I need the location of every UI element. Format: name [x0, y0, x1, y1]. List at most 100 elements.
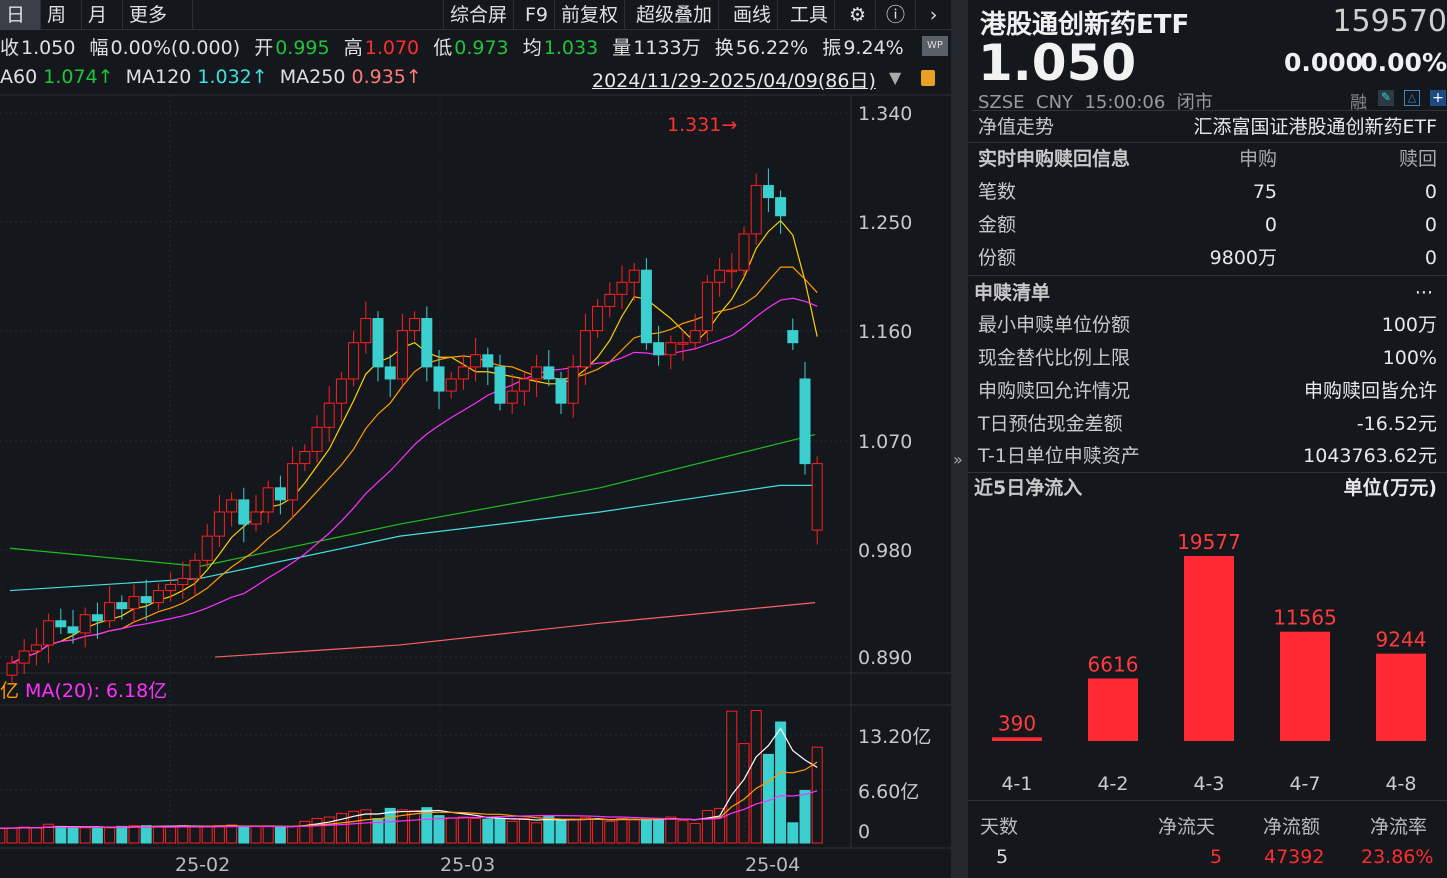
candle-up — [166, 585, 176, 591]
volume-tick-label: 6.60亿 — [858, 781, 919, 803]
volume-bar — [483, 819, 493, 843]
candle-up — [251, 512, 261, 524]
volume-bar — [141, 826, 151, 843]
row-v2: 0 — [1425, 177, 1437, 207]
candle-down — [141, 597, 151, 603]
candle-up — [666, 343, 676, 355]
volume-bar — [776, 722, 786, 843]
vol-unit: 亿 — [0, 680, 25, 702]
volume-bar — [105, 828, 115, 843]
candle-up — [617, 282, 627, 294]
days-header: 天数 — [980, 812, 1018, 839]
candle-up — [751, 186, 761, 234]
list-item: T日预估现金差额-16.52元 — [978, 409, 1437, 439]
panel-divider[interactable]: » — [951, 0, 968, 878]
row-label: 金额 — [978, 210, 1016, 240]
add-icon[interactable]: + — [1430, 90, 1446, 106]
table-row: 笔数750 — [978, 177, 1437, 207]
item-value: 1043763.62元 — [1303, 441, 1437, 471]
candle-up — [410, 319, 420, 331]
item-label: 最小申赎单位份额 — [978, 310, 1130, 340]
item-value: -16.52元 — [1357, 409, 1437, 439]
kline-panel: 日 周 月 更多 综合屏 F9 前复权 超级叠加 画线 工具 ⚙ ⓘ › 收1.… — [0, 0, 951, 878]
volume-bar — [202, 826, 212, 843]
candle-up — [580, 331, 590, 367]
candle-up — [361, 319, 371, 343]
date-tick-label: 25-02 — [175, 854, 230, 876]
net-amount-value: 47392 — [1264, 846, 1324, 868]
candle-down — [373, 319, 383, 367]
inflow-value-label: 9244 — [1376, 628, 1427, 652]
list-item: 最小申赎单位份额 100万 — [978, 310, 1437, 340]
expand-icon[interactable]: » — [953, 450, 963, 469]
inflow-bar — [1376, 654, 1426, 741]
price-tick-label: 0.890 — [858, 647, 912, 669]
candle-up — [727, 270, 737, 272]
nav-trend-row[interactable]: 净值走势汇添富国证港股通创新药ETF — [978, 112, 1437, 142]
row-v2: 0 — [1425, 243, 1437, 273]
last-price: 1.050 — [978, 34, 1136, 92]
volume-bar — [19, 827, 29, 843]
volume-bar — [702, 811, 712, 843]
volume-bar — [153, 826, 163, 843]
candle-up — [715, 270, 725, 282]
ma120-line — [10, 485, 815, 590]
inflow-date-label: 4-3 — [1193, 773, 1224, 795]
candle-down — [275, 488, 285, 500]
candle-up — [19, 651, 29, 663]
volume-bar — [751, 710, 761, 843]
candle-up — [300, 452, 310, 464]
volume-bar — [617, 818, 627, 843]
fund-code: 159570 — [1332, 4, 1447, 39]
volume-bar — [117, 826, 127, 843]
volume-bar — [532, 823, 542, 843]
inflow-bar — [1088, 678, 1138, 741]
inflow-value-label: 11565 — [1273, 606, 1337, 630]
candle-up — [80, 615, 90, 633]
inflow-value-label: 390 — [998, 711, 1036, 735]
inflow-date-label: 4-2 — [1097, 773, 1128, 795]
volume-bar — [68, 828, 78, 843]
col-redeem: 赎回 — [1399, 144, 1437, 174]
edit-icon[interactable]: ✎ — [1378, 90, 1394, 106]
candle-up — [532, 367, 542, 379]
volume-bar — [251, 826, 261, 843]
inflow-value-label: 6616 — [1088, 652, 1139, 676]
subscription-title: 实时申购赎回信息 — [978, 144, 1130, 174]
volume-bar — [666, 817, 676, 843]
item-value: 100万 — [1382, 310, 1437, 340]
price-tick-label: 1.070 — [858, 431, 912, 453]
candle-down — [56, 621, 66, 627]
bell-icon[interactable]: △ — [1404, 90, 1420, 106]
candle-down — [776, 198, 786, 216]
volume-bar — [56, 826, 66, 843]
list-item: 现金替代比例上限100% — [978, 343, 1437, 373]
candle-down — [68, 627, 78, 633]
candle-up — [336, 379, 346, 403]
volume-bar — [629, 820, 639, 843]
volume-tick-label: 13.20亿 — [858, 726, 931, 748]
kline-chart[interactable]: 1.3401.2501.1601.0700.9800.8901.331→亿 MA… — [0, 0, 951, 878]
candle-up — [31, 645, 41, 651]
days-value: 5 — [996, 846, 1008, 868]
volume-bar — [166, 827, 176, 843]
item-label: 申购赎回允许情况 — [978, 376, 1130, 406]
candle-up — [678, 343, 688, 345]
candle-up — [44, 621, 54, 645]
volume-bar — [544, 816, 554, 843]
candle-down — [92, 615, 102, 621]
more-button[interactable]: ··· — [1415, 278, 1433, 308]
volume-bar — [80, 828, 90, 843]
ma250-line — [215, 603, 815, 657]
volume-bar — [178, 826, 188, 843]
row-v1: 9800万 — [1210, 243, 1277, 273]
flow-title: 近5日净流入 — [974, 473, 1082, 503]
item-label: T-1日单位申赎资产 — [978, 441, 1140, 471]
volume-tick-label: 0 — [858, 821, 870, 843]
volume-bar — [580, 818, 590, 843]
price-tick-label: 0.980 — [858, 540, 912, 562]
candle-up — [349, 343, 359, 379]
inflow-date-label: 4-8 — [1385, 773, 1416, 795]
volume-bar — [800, 790, 810, 843]
candle-up — [129, 597, 139, 609]
